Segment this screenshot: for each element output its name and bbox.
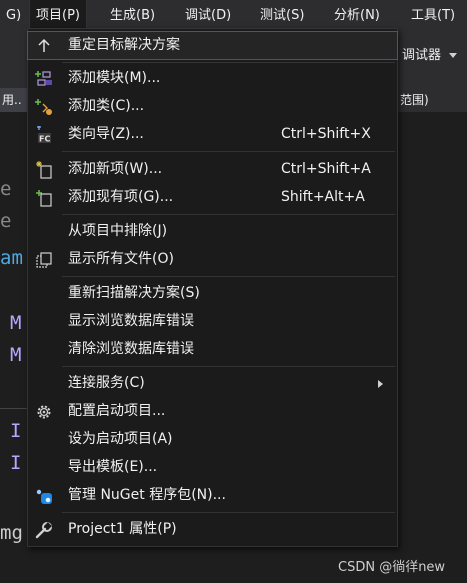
menu-show-all-files[interactable]: 显示所有文件(O) xyxy=(28,246,397,273)
menu-item-label: 添加新项(W)... xyxy=(68,161,163,177)
menu-item-label: 添加类(C)... xyxy=(68,98,145,114)
arrow-up-icon xyxy=(35,37,53,55)
menu-export-template[interactable]: 导出模板(E)... xyxy=(28,454,397,481)
menu-item-partial[interactable]: G) xyxy=(0,0,27,30)
gear-icon xyxy=(35,403,53,421)
tab-left[interactable]: 用.. xyxy=(0,88,30,112)
watermark: CSDN @徜徉new xyxy=(338,560,446,575)
add-module-icon xyxy=(35,70,53,88)
menu-item-label: 显示浏览数据库错误 xyxy=(68,313,194,329)
menu-configure-startup[interactable]: 配置启动项目... xyxy=(28,398,397,425)
menu-item-label: 添加模块(M)... xyxy=(68,70,161,86)
menu-bar: G) 项目(P) 生成(B) 调试(D) 测试(S) 分析(N) 工具(T) xyxy=(0,0,467,31)
menu-item-test[interactable]: 测试(S) xyxy=(254,0,310,30)
project-menu: 重定目标解决方案 添加模块(M)... 添加类(C)... FC 类向导(Z).… xyxy=(27,28,398,547)
menu-item-project[interactable]: 项目(P) xyxy=(29,0,87,31)
menu-item-tools[interactable]: 工具(T) xyxy=(405,0,461,30)
code-line: M xyxy=(10,312,22,334)
menu-item-label: 从项目中排除(J) xyxy=(68,223,168,239)
menu-item-shortcut: Ctrl+Shift+X xyxy=(281,126,371,142)
nuget-icon xyxy=(35,487,53,505)
chevron-right-icon xyxy=(378,380,383,388)
menu-item-label: 添加现有项(G)... xyxy=(68,189,174,205)
svg-text:FC: FC xyxy=(39,135,50,144)
menu-item-label: Project1 属性(P) xyxy=(68,521,177,537)
menu-item-label: 管理 NuGet 程序包(N)... xyxy=(68,487,226,503)
show-all-files-icon xyxy=(35,251,53,269)
add-new-item-icon xyxy=(35,161,53,179)
menu-item-label: 类向导(Z)... xyxy=(68,126,144,142)
code-line: I xyxy=(10,420,22,442)
code-line: e xyxy=(0,210,12,232)
menu-item-label: 重新扫描解决方案(S) xyxy=(68,285,200,301)
menu-item-label: 配置启动项目... xyxy=(68,403,166,419)
add-class-icon xyxy=(35,98,53,116)
menu-item-shortcut: Shift+Alt+A xyxy=(281,189,365,205)
menu-project-properties[interactable]: Project1 属性(P) xyxy=(28,516,397,543)
menu-add-module[interactable]: 添加模块(M)... xyxy=(28,65,397,92)
separator xyxy=(62,512,395,513)
menu-retarget-solution[interactable]: 重定目标解决方案 xyxy=(27,31,398,60)
add-existing-item-icon xyxy=(35,189,53,207)
code-line: M xyxy=(10,344,22,366)
menu-rescan-solution[interactable]: 重新扫描解决方案(S) xyxy=(28,280,397,307)
wrench-icon xyxy=(35,521,53,539)
menu-set-startup-project[interactable]: 设为启动项目(A) xyxy=(28,426,397,453)
separator xyxy=(62,62,395,63)
divider xyxy=(0,408,30,409)
code-line: mg xyxy=(0,522,23,544)
menu-item-debug[interactable]: 调试(D) xyxy=(179,0,237,30)
menu-item-label: 显示所有文件(O) xyxy=(68,251,174,267)
class-wizard-icon: FC xyxy=(35,126,53,144)
debugger-dropdown[interactable]: 调试器 xyxy=(402,44,458,63)
menu-item-label: 清除浏览数据库错误 xyxy=(68,341,194,357)
code-line: am xyxy=(0,247,23,269)
separator xyxy=(62,151,395,152)
separator xyxy=(62,214,395,215)
menu-connected-services[interactable]: 连接服务(C) xyxy=(28,370,397,397)
scope-label: 范围) xyxy=(400,93,429,107)
menu-add-class[interactable]: 添加类(C)... xyxy=(28,93,397,120)
menu-class-wizard[interactable]: FC 类向导(Z)... Ctrl+Shift+X xyxy=(28,121,397,148)
menu-item-label: 重定目标解决方案 xyxy=(68,37,180,53)
menu-add-new-item[interactable]: 添加新项(W)... Ctrl+Shift+A xyxy=(28,156,397,183)
debugger-label: 调试器 xyxy=(402,48,442,63)
menu-item-label: 设为启动项目(A) xyxy=(68,431,173,447)
menu-add-existing-item[interactable]: 添加现有项(G)... Shift+Alt+A xyxy=(28,184,397,211)
code-line: e xyxy=(0,178,12,200)
chevron-down-icon xyxy=(449,53,458,58)
menu-show-browse-db-errors[interactable]: 显示浏览数据库错误 xyxy=(28,308,397,335)
menu-exclude-from-project[interactable]: 从项目中排除(J) xyxy=(28,218,397,245)
menu-item-label: 连接服务(C) xyxy=(68,375,145,391)
code-line: I xyxy=(10,452,22,474)
separator xyxy=(62,366,395,367)
menu-item-shortcut: Ctrl+Shift+A xyxy=(281,161,371,177)
menu-manage-nuget[interactable]: 管理 NuGet 程序包(N)... xyxy=(28,482,397,509)
menu-clear-browse-db-errors[interactable]: 清除浏览数据库错误 xyxy=(28,336,397,363)
menu-item-build[interactable]: 生成(B) xyxy=(104,0,161,30)
menu-item-label: 导出模板(E)... xyxy=(68,459,158,475)
separator xyxy=(62,276,395,277)
menu-item-analyze[interactable]: 分析(N) xyxy=(328,0,386,30)
